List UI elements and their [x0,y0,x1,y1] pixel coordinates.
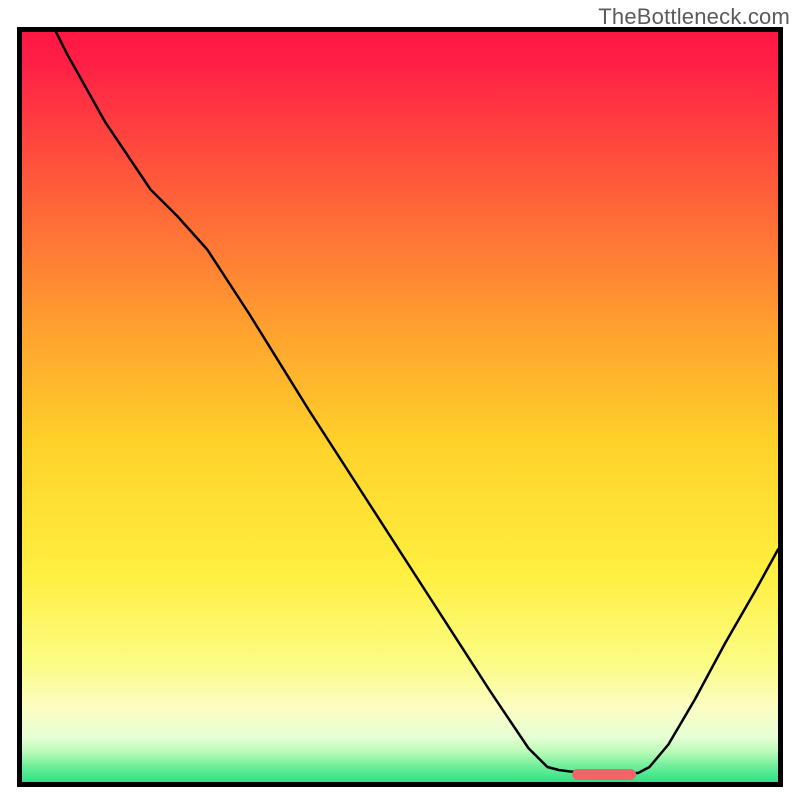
chart-container: TheBottleneck.com [0,0,800,800]
gradient-background [22,32,778,782]
bottleneck-chart [0,0,800,800]
watermark-text: TheBottleneck.com [598,4,790,30]
